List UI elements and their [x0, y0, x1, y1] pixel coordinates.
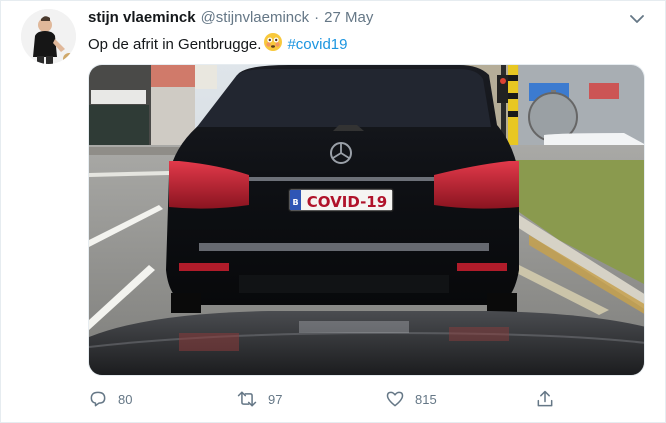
tweet-header: stijn vlaeminck @stijnvlaeminck · 27 May	[88, 9, 373, 29]
license-plate-text: COVID-19	[307, 193, 387, 211]
share-button[interactable]	[535, 389, 555, 409]
avatar[interactable]	[21, 9, 76, 64]
reply-button[interactable]: 80	[88, 389, 132, 409]
plate-country-letter: B	[292, 198, 298, 207]
chevron-down-icon[interactable]	[629, 12, 645, 24]
tweet-actions: 80 97 815	[88, 389, 645, 413]
reply-icon	[88, 389, 108, 409]
heart-icon	[385, 389, 405, 409]
tweet-media-photo[interactable]: B COVID-19	[88, 64, 645, 376]
separator-dot: ·	[314, 9, 320, 26]
retweet-icon	[236, 389, 258, 409]
reply-count: 80	[118, 391, 133, 407]
hashtag-link[interactable]: #covid19	[287, 36, 347, 53]
like-button[interactable]: 815	[385, 389, 437, 409]
flushed-face-emoji	[263, 32, 283, 56]
retweet-count: 97	[268, 391, 283, 407]
tweet-card[interactable]: stijn vlaeminck @stijnvlaeminck · 27 May…	[0, 0, 666, 423]
share-icon	[535, 389, 555, 409]
tweet-body: Op de afrit in Gentbrugge.	[88, 35, 262, 53]
tweet-date[interactable]: 27 May	[324, 9, 373, 26]
black-car-rear-photo: B COVID-19	[89, 65, 644, 375]
like-count: 815	[415, 391, 437, 407]
avatar-photo	[21, 9, 76, 64]
author-name[interactable]: stijn vlaeminck	[88, 9, 196, 26]
retweet-button[interactable]: 97	[236, 389, 282, 409]
author-handle[interactable]: @stijnvlaeminck	[201, 9, 310, 26]
tweet-text: Op de afrit in Gentbrugge. #covid19	[88, 32, 347, 56]
